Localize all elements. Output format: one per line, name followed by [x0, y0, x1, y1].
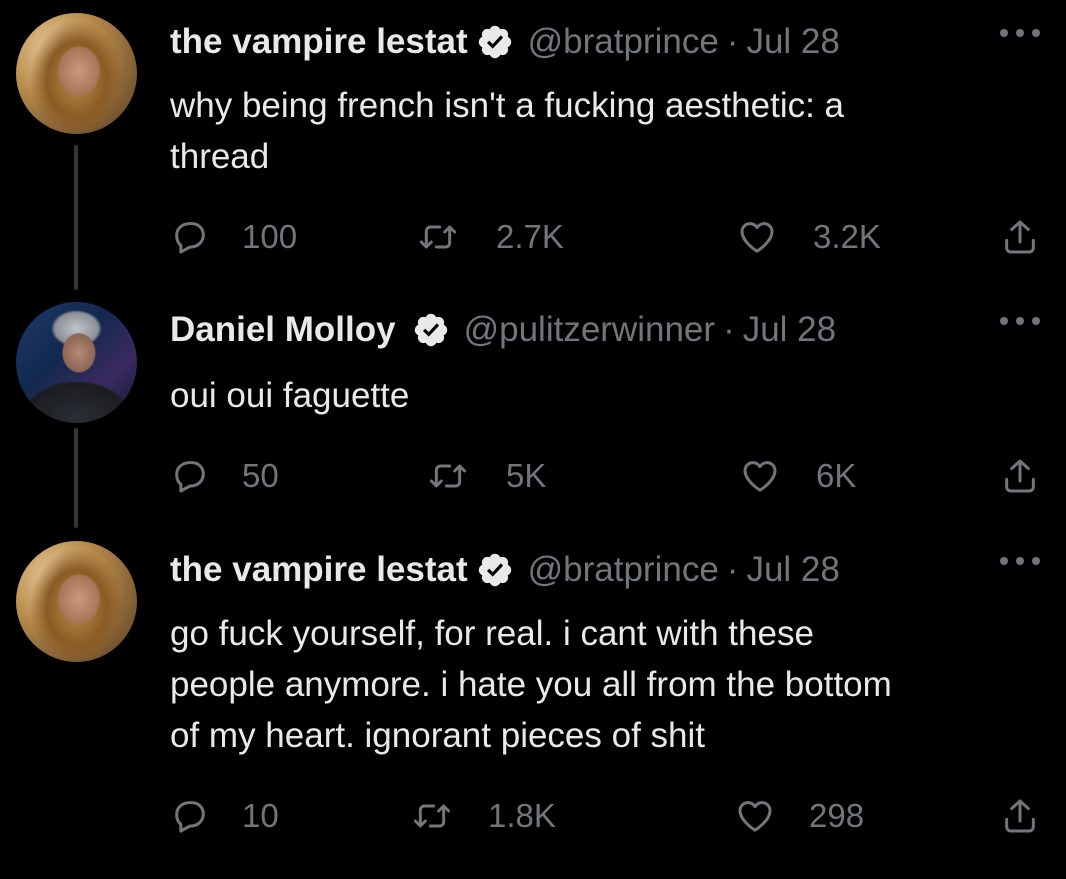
share-icon — [1005, 799, 1035, 833]
retweet-count: 2.7K — [496, 218, 564, 255]
share-icon — [1005, 459, 1035, 493]
reply-button[interactable]: 100 — [170, 212, 297, 262]
retweet-count: 1.8K — [488, 797, 556, 834]
share-button[interactable] — [1000, 791, 1040, 841]
more-options-icon[interactable] — [1000, 24, 1040, 42]
like-count: 298 — [809, 797, 865, 834]
reply-button[interactable]: 10 — [170, 791, 279, 841]
tweet-date[interactable]: Jul 28 — [746, 550, 839, 590]
tweet[interactable]: the vampire lestat @bratprince · Jul 28 … — [0, 528, 1066, 879]
retweet-icon — [429, 464, 467, 488]
user-handle[interactable]: @pulitzerwinner — [464, 310, 715, 350]
retweet-button[interactable]: 1.8K — [412, 791, 556, 841]
user-handle[interactable]: @bratprince — [528, 550, 719, 590]
more-options-icon[interactable] — [1000, 312, 1040, 330]
separator-dot: · — [723, 310, 735, 349]
tweet-actions: 100 2.7K 3.2K — [0, 212, 1066, 262]
display-name[interactable]: the vampire lestat — [170, 550, 468, 590]
tweet-text: go fuck yourself, for real. i cant with … — [170, 614, 892, 755]
user-handle[interactable]: @bratprince — [528, 22, 719, 62]
share-button[interactable] — [1000, 451, 1040, 501]
verified-badge-icon — [414, 313, 447, 347]
tweet[interactable]: Daniel Molloy @pulitzerwinner · Jul 28 o… — [0, 288, 1066, 528]
tweet-actions: 10 1.8K 298 — [0, 791, 1066, 841]
tweet-actions: 50 5K 6K — [0, 451, 1066, 501]
avatar[interactable] — [16, 302, 137, 423]
display-name[interactable]: Daniel Molloy — [170, 310, 396, 350]
retweet-icon — [413, 804, 451, 828]
like-button[interactable]: 6K — [740, 451, 856, 501]
separator-dot: · — [726, 22, 739, 61]
tweet-header: the vampire lestat @bratprince · Jul 28 — [170, 548, 840, 592]
separator-dot: · — [726, 550, 739, 589]
like-count: 6K — [816, 457, 857, 494]
tweet[interactable]: the vampire lestat @bratprince · Jul 28 … — [0, 0, 1066, 290]
avatar[interactable] — [16, 13, 137, 134]
heart-icon — [738, 801, 772, 832]
tweet-date[interactable]: Jul 28 — [743, 310, 836, 350]
verified-badge-icon — [478, 553, 511, 587]
like-button[interactable]: 298 — [735, 791, 864, 841]
retweet-icon — [419, 225, 457, 249]
avatar[interactable] — [16, 541, 137, 662]
more-options-icon[interactable] — [1000, 552, 1040, 570]
like-button[interactable]: 3.2K — [737, 212, 881, 262]
share-icon — [1005, 220, 1035, 254]
retweet-count: 5K — [506, 457, 547, 494]
tweet-date[interactable]: Jul 28 — [746, 22, 839, 62]
share-button[interactable] — [1000, 212, 1040, 262]
heart-icon — [740, 222, 774, 253]
retweet-button[interactable]: 2.7K — [418, 212, 564, 262]
reply-button[interactable]: 50 — [170, 451, 279, 501]
display-name[interactable]: the vampire lestat — [170, 22, 468, 62]
reply-count: 10 — [242, 797, 279, 834]
verified-badge-icon — [478, 25, 511, 59]
speech-bubble-icon — [175, 461, 205, 493]
speech-bubble-icon — [175, 801, 205, 833]
heart-icon — [743, 461, 777, 492]
tweet-text: why being french isn't a fucking aesthet… — [170, 86, 845, 176]
tweet-header: the vampire lestat @bratprince · Jul 28 — [170, 20, 840, 64]
like-count: 3.2K — [813, 218, 881, 255]
reply-count: 50 — [242, 457, 279, 494]
tweet-text: oui oui faguette — [170, 376, 410, 415]
tweet-header: Daniel Molloy @pulitzerwinner · Jul 28 — [170, 308, 836, 352]
speech-bubble-icon — [175, 222, 205, 254]
retweet-button[interactable]: 5K — [428, 451, 546, 501]
reply-count: 100 — [242, 218, 298, 255]
